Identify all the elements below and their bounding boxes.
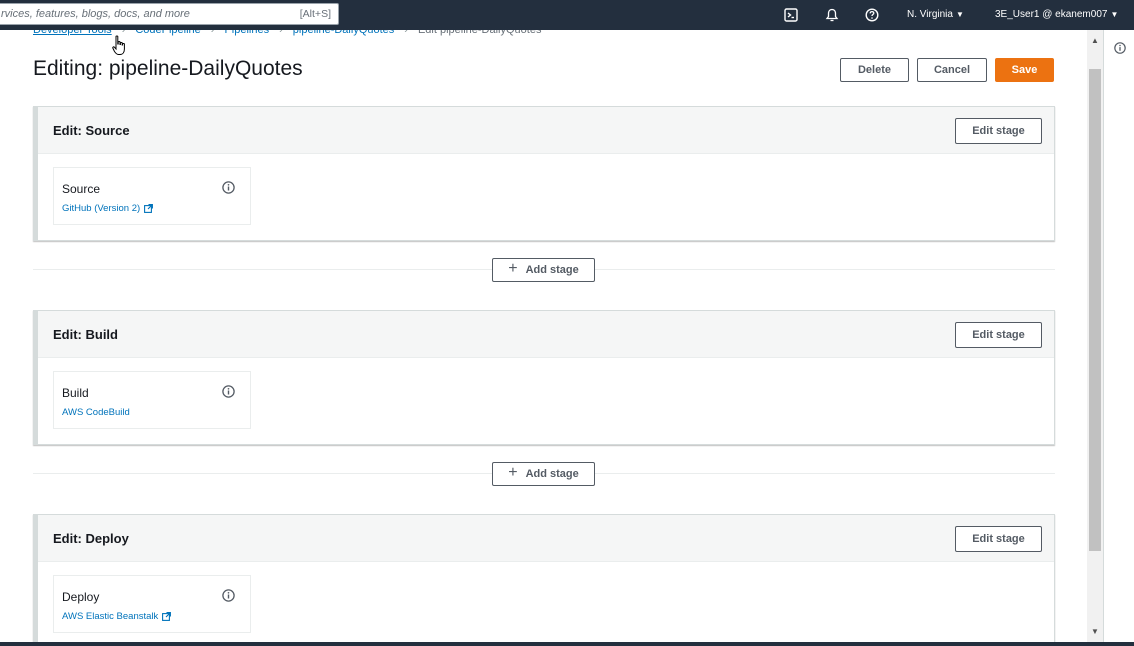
add-stage-label: Add stage	[525, 468, 579, 480]
stage-header: Edit: Build Edit stage	[38, 311, 1054, 358]
delete-button[interactable]: Delete	[840, 58, 909, 82]
account-menu[interactable]: 3E_User1 @ ekanem007 ▼	[995, 9, 1118, 20]
bottom-bar	[0, 642, 1134, 646]
help-panel-gutter	[1103, 30, 1134, 642]
scroll-up-arrow-icon[interactable]: ▲	[1087, 36, 1103, 45]
action-provider-link[interactable]: AWS CodeBuild	[62, 407, 130, 418]
info-icon[interactable]	[222, 589, 235, 607]
plus-icon: +	[508, 464, 518, 481]
search-input[interactable]: rvices, features, blogs, docs, and more …	[0, 3, 339, 25]
page-title: Editing: pipeline-DailyQuotes	[33, 57, 303, 80]
help-icon[interactable]	[863, 6, 881, 24]
search-shortcut: [Alt+S]	[299, 8, 331, 20]
cancel-button[interactable]: Cancel	[917, 58, 987, 82]
info-icon[interactable]	[222, 181, 235, 199]
edit-stage-button[interactable]: Edit stage	[955, 118, 1042, 144]
action-name: Build	[62, 386, 89, 400]
action-provider: AWS Elastic Beanstalk	[62, 611, 159, 622]
add-stage-button[interactable]: + Add stage	[492, 462, 595, 486]
action-card-deploy[interactable]: Deploy AWS Elastic Beanstalk	[53, 575, 251, 633]
stage-header: Edit: Source Edit stage	[38, 107, 1054, 154]
hand-cursor-icon	[112, 35, 128, 62]
edit-stage-button[interactable]: Edit stage	[955, 526, 1042, 552]
stage-build: Edit: Build Edit stage Build AWS CodeBui…	[33, 310, 1055, 445]
stage-deploy: Edit: Deploy Edit stage Deploy AWS Elast…	[33, 514, 1055, 646]
scroll-down-arrow-icon[interactable]: ▼	[1087, 627, 1103, 636]
cloudshell-icon[interactable]	[782, 6, 800, 24]
search-placeholder: rvices, features, blogs, docs, and more	[1, 8, 190, 20]
stage-title: Edit: Build	[53, 327, 118, 342]
external-link-icon	[144, 204, 154, 213]
info-icon[interactable]	[222, 385, 235, 403]
action-provider: AWS CodeBuild	[62, 407, 130, 418]
edit-stage-button[interactable]: Edit stage	[955, 322, 1042, 348]
info-panel-icon[interactable]	[1114, 41, 1126, 59]
external-link-icon	[162, 612, 172, 621]
action-provider-link[interactable]: GitHub (Version 2)	[62, 203, 154, 214]
region-selector[interactable]: N. Virginia ▼	[907, 9, 964, 20]
account-label: 3E_User1 @ ekanem007	[995, 9, 1108, 20]
action-name: Deploy	[62, 590, 100, 604]
action-provider-link[interactable]: AWS Elastic Beanstalk	[62, 611, 172, 622]
stage-title: Edit: Deploy	[53, 531, 129, 546]
top-navigation: rvices, features, blogs, docs, and more …	[0, 0, 1134, 30]
action-card-source[interactable]: Source GitHub (Version 2)	[53, 167, 251, 225]
bell-icon[interactable]	[823, 6, 841, 24]
save-button[interactable]: Save	[995, 58, 1054, 82]
caret-down-icon: ▼	[1110, 10, 1119, 19]
stage-title: Edit: Source	[53, 123, 130, 138]
plus-icon: +	[508, 260, 518, 277]
scrollbar-thumb[interactable]	[1089, 69, 1101, 551]
add-stage-label: Add stage	[525, 264, 579, 276]
action-card-build[interactable]: Build AWS CodeBuild	[53, 371, 251, 429]
add-stage-button[interactable]: + Add stage	[492, 258, 595, 282]
region-label: N. Virginia	[907, 9, 953, 20]
action-provider: GitHub (Version 2)	[62, 203, 141, 214]
stage-header: Edit: Deploy Edit stage	[38, 515, 1054, 562]
caret-down-icon: ▼	[955, 10, 964, 19]
stage-source: Edit: Source Edit stage Source GitHub (V…	[33, 106, 1055, 241]
action-name: Source	[62, 182, 101, 196]
